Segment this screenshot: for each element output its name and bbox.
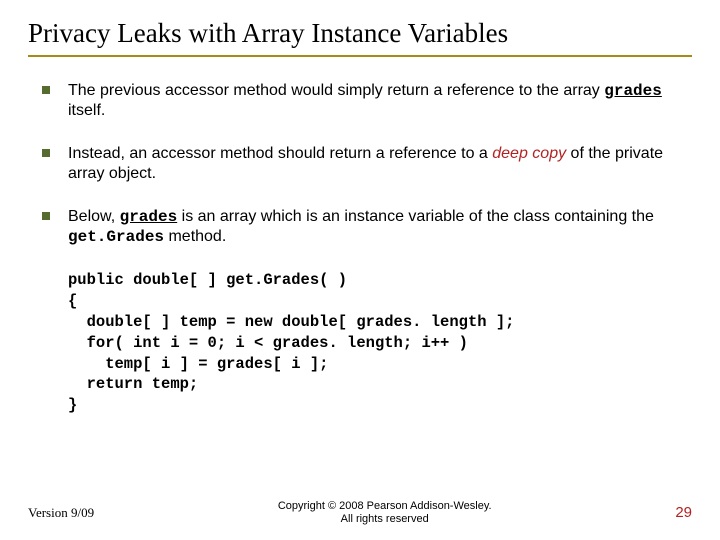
code-block: public double[ ] get.Grades( ) { double[… — [68, 270, 692, 416]
bullet-text: Instead, an accessor method should retur… — [68, 144, 692, 185]
copyright-text: Copyright © 2008 Pearson Addison-Wesley.… — [94, 500, 675, 526]
bullet-item: The previous accessor method would simpl… — [42, 81, 692, 122]
code-line: { — [68, 292, 77, 310]
code-line: } — [68, 396, 77, 414]
bullet-text: Below, grades is an array which is an in… — [68, 207, 692, 248]
code-inline: get.Grades — [68, 228, 164, 246]
version-label: Version 9/09 — [28, 505, 94, 521]
bullet-item: Instead, an accessor method should retur… — [42, 144, 692, 185]
bullet-icon — [42, 212, 50, 220]
text-run: The previous accessor method would simpl… — [68, 82, 604, 99]
code-line: for( int i = 0; i < grades. length; i++ … — [68, 334, 468, 352]
bullet-icon — [42, 149, 50, 157]
code-line: return temp; — [68, 375, 198, 393]
code-line: public double[ ] get.Grades( ) — [68, 271, 347, 289]
bullet-list: The previous accessor method would simpl… — [28, 81, 692, 248]
text-run: Instead, an accessor method should retur… — [68, 145, 492, 162]
code-line: temp[ i ] = grades[ i ]; — [68, 355, 328, 373]
footer: Version 9/09 Copyright © 2008 Pearson Ad… — [28, 500, 692, 526]
code-line: double[ ] temp = new double[ grades. len… — [68, 313, 514, 331]
slide-title: Privacy Leaks with Array Instance Variab… — [28, 18, 692, 57]
emphasis-deep-copy: deep copy — [492, 145, 566, 162]
bullet-icon — [42, 86, 50, 94]
text-run: Below, — [68, 208, 120, 225]
code-inline: grades — [604, 82, 662, 100]
text-run: method. — [164, 228, 226, 245]
text-run: Copyright © 2008 Pearson Addison-Wesley. — [278, 500, 492, 512]
text-run: itself. — [68, 102, 105, 119]
page-number: 29 — [675, 504, 692, 521]
text-run: All rights reserved — [341, 513, 429, 525]
text-run: is an array which is an instance variabl… — [177, 208, 654, 225]
bullet-text: The previous accessor method would simpl… — [68, 81, 692, 122]
code-inline: grades — [120, 208, 178, 226]
bullet-item: Below, grades is an array which is an in… — [42, 207, 692, 248]
